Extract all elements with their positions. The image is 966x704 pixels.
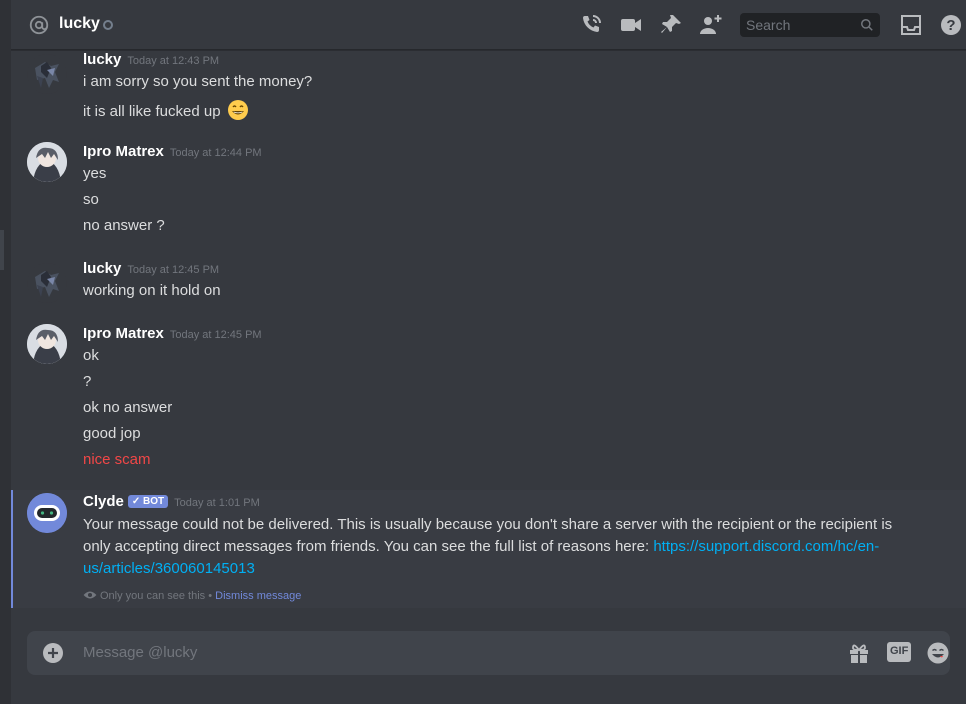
svg-text:?: ? xyxy=(946,17,955,34)
message-line: no answer ? xyxy=(83,217,165,234)
separator-dot: • xyxy=(208,590,213,602)
message-author[interactable]: lucky Today at 12:45 PM xyxy=(83,260,219,277)
message-line: it is all like fucked up xyxy=(83,99,249,121)
voice-call-icon[interactable] xyxy=(579,13,603,37)
left-sidebar-edge xyxy=(0,0,11,704)
author-name[interactable]: lucky xyxy=(83,51,121,68)
author-name[interactable]: Ipro Matrex xyxy=(83,143,164,160)
search-icon xyxy=(861,19,873,31)
ephemeral-note: Only you can see this xyxy=(100,590,206,602)
avatar-image xyxy=(27,324,67,364)
avatar-image xyxy=(27,142,67,182)
message-timestamp: Today at 12:44 PM xyxy=(169,147,262,159)
scroll-notch xyxy=(0,230,4,270)
message-line: yes xyxy=(83,165,107,182)
gif-label: GIF xyxy=(890,645,909,657)
channel-header: lucky Search ? xyxy=(11,0,966,50)
gif-button[interactable]: GIF xyxy=(887,642,911,662)
message-timestamp: Today at 12:43 PM xyxy=(127,55,220,67)
search-placeholder: Search xyxy=(746,17,791,33)
message-line: i am sorry so you sent the money? xyxy=(83,73,313,90)
search-input[interactable]: Search xyxy=(740,13,880,37)
channel-title: lucky xyxy=(59,15,100,32)
help-icon[interactable]: ? xyxy=(939,13,963,37)
grinning-emoji-icon xyxy=(227,100,248,120)
clyde-bot-icon xyxy=(27,493,67,533)
message-timestamp: Today at 1:01 PM xyxy=(174,497,260,509)
ephemeral-notice: Only you can see this • Dismiss message xyxy=(83,590,301,602)
avatar[interactable] xyxy=(27,324,67,364)
pinned-messages-icon[interactable] xyxy=(659,13,683,37)
message-author[interactable]: Ipro Matrex Today at 12:45 PM xyxy=(83,325,262,342)
clyde-avatar[interactable] xyxy=(27,493,67,533)
message-text: it is all like fucked up xyxy=(83,103,221,120)
add-friend-icon[interactable] xyxy=(699,13,723,37)
message-composer[interactable]: Message @lucky GIF xyxy=(27,631,950,675)
video-call-icon[interactable] xyxy=(619,13,643,37)
message-list: lucky Today at 12:43 PM i am sorry so you… xyxy=(11,50,966,610)
check-icon: ✓ xyxy=(131,496,144,507)
emoji-picker-icon[interactable] xyxy=(926,641,950,665)
message-line: nice scam xyxy=(83,451,151,468)
message-input[interactable]: Message @lucky xyxy=(83,644,197,661)
avatar-image xyxy=(35,271,59,297)
gift-icon[interactable] xyxy=(847,641,871,665)
author-name[interactable]: Ipro Matrex xyxy=(83,325,164,342)
message-line: ? xyxy=(83,373,92,390)
message-timestamp: Today at 12:45 PM xyxy=(169,329,262,341)
message-line: working on it hold on xyxy=(83,282,221,299)
message-author[interactable]: lucky Today at 12:43 PM xyxy=(83,51,219,68)
avatar[interactable] xyxy=(27,54,67,94)
message-line: ok xyxy=(83,347,99,364)
message-author[interactable]: Clyde ✓ BOT Today at 1:01 PM xyxy=(83,493,260,510)
message-line: so xyxy=(83,191,99,208)
clyde-system-message: Clyde ✓ BOT Today at 1:01 PM Your message … xyxy=(11,490,966,608)
message-timestamp: Today at 12:45 PM xyxy=(127,264,220,276)
at-icon xyxy=(29,15,49,35)
attach-plus-icon[interactable] xyxy=(43,643,63,663)
author-name[interactable]: lucky xyxy=(83,260,121,277)
dismiss-message-link[interactable]: Dismiss message xyxy=(215,590,301,602)
eye-icon xyxy=(83,591,97,599)
avatar-image xyxy=(35,62,59,88)
clyde-message-body: Your message could not be delivered. Thi… xyxy=(83,514,913,580)
message-author[interactable]: Ipro Matrex Today at 12:44 PM xyxy=(83,143,262,160)
author-name[interactable]: Clyde xyxy=(83,493,124,510)
avatar[interactable] xyxy=(27,142,67,182)
avatar[interactable] xyxy=(27,263,67,303)
bot-tag: ✓ BOT xyxy=(127,495,169,508)
composer-area: Message @lucky GIF xyxy=(11,610,966,704)
status-offline-icon xyxy=(103,20,113,30)
message-line: ok no answer xyxy=(83,399,173,416)
inbox-icon[interactable] xyxy=(899,13,923,37)
message-line: good jop xyxy=(83,425,141,442)
bot-tag-label: BOT xyxy=(143,496,165,507)
